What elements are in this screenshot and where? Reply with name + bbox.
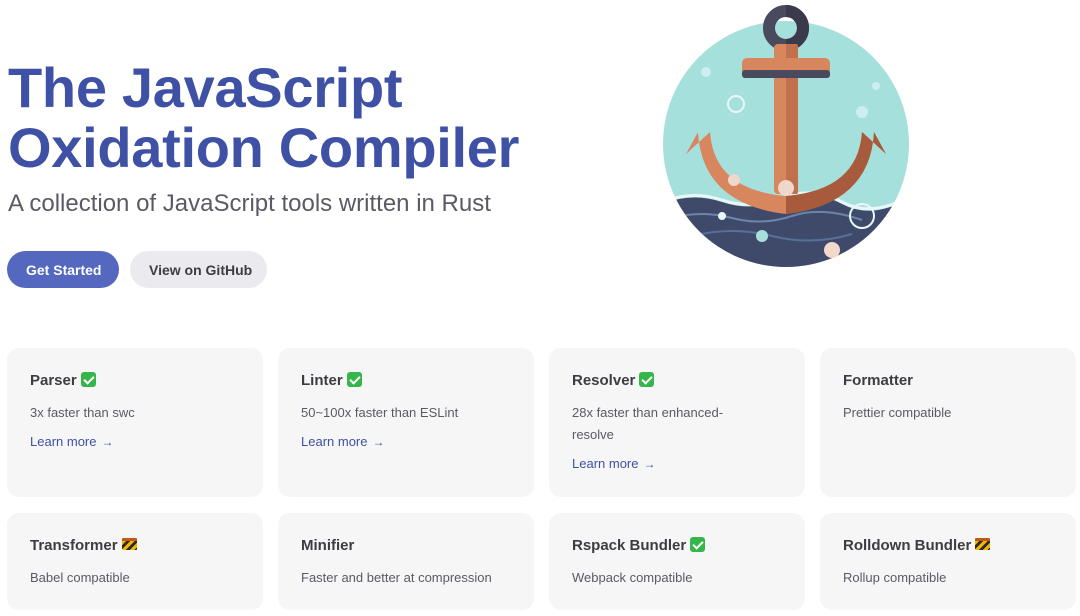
feature-title: Linter	[301, 372, 511, 390]
learn-more-label: Learn more	[301, 434, 368, 449]
hero-title: The JavaScript Oxidation Compiler	[8, 58, 519, 178]
hero-actions: Get Started View on GitHub	[7, 251, 267, 288]
feature-card-linter: Linter 50~100x faster than ESLint Learn …	[278, 348, 534, 497]
feature-title: Transformer	[30, 537, 240, 555]
feature-description: Prettier compatible	[843, 405, 952, 420]
page: The JavaScript Oxidation Compiler A coll…	[0, 0, 1080, 616]
feature-title: Parser	[30, 372, 240, 390]
feature-title: Rspack Bundler	[572, 537, 782, 555]
arrow-right-icon: →	[643, 457, 656, 471]
feature-description: Babel compatible	[30, 570, 130, 585]
feature-card-rolldown-bundler: Rolldown Bundler Rollup compatible	[820, 513, 1076, 610]
construction-icon	[975, 538, 991, 550]
view-on-github-button[interactable]: View on GitHub	[130, 251, 267, 288]
learn-more-link[interactable]: Learn more →	[30, 432, 113, 452]
feature-card-transformer: Transformer Babel compatible	[7, 513, 263, 610]
hero-title-line-1: The JavaScript	[8, 56, 403, 119]
feature-description: Faster and better at compression	[301, 570, 492, 585]
get-started-button[interactable]: Get Started	[7, 251, 119, 288]
hero-title-line-2: Oxidation Compiler	[8, 116, 520, 179]
feature-description: 28x faster than enhanced-resolve	[572, 405, 724, 442]
feature-description: 3x faster than swc	[30, 405, 135, 420]
check-mark-icon	[346, 372, 362, 387]
check-mark-icon	[80, 372, 96, 387]
learn-more-link[interactable]: Learn more →	[301, 432, 384, 452]
learn-more-label: Learn more	[30, 434, 97, 449]
feature-title: Minifier	[301, 537, 511, 555]
hero-tagline: A collection of JavaScript tools written…	[8, 190, 491, 217]
learn-more-link[interactable]: Learn more →	[572, 454, 655, 474]
feature-title: Formatter	[843, 372, 1053, 390]
check-mark-icon	[690, 537, 706, 552]
arrow-right-icon: →	[372, 435, 385, 449]
feature-title-text: Parser	[30, 372, 77, 389]
anchor-icon	[662, 4, 910, 268]
feature-title-text: Transformer	[30, 537, 118, 554]
feature-card-rspack-bundler: Rspack Bundler Webpack compatible	[549, 513, 805, 610]
feature-title: Resolver	[572, 372, 782, 390]
arrow-right-icon: →	[101, 435, 114, 449]
feature-description: Rollup compatible	[843, 570, 947, 585]
feature-title-text: Minifier	[301, 537, 355, 554]
features-grid: Parser 3x faster than swc Learn more → Li…	[7, 348, 1076, 610]
construction-icon	[121, 538, 137, 550]
feature-card-formatter: Formatter Prettier compatible	[820, 348, 1076, 497]
feature-description: Webpack compatible	[572, 570, 693, 585]
feature-card-parser: Parser 3x faster than swc Learn more →	[7, 348, 263, 497]
learn-more-label: Learn more	[572, 456, 639, 471]
feature-card-resolver: Resolver 28x faster than enhanced-resolv…	[549, 348, 805, 497]
feature-title-text: Rolldown Bundler	[843, 537, 972, 554]
feature-description: 50~100x faster than ESLint	[301, 405, 459, 420]
feature-title-text: Resolver	[572, 372, 636, 389]
feature-card-minifier: Minifier Faster and better at compressio…	[278, 513, 534, 610]
feature-title-text: Formatter	[843, 372, 914, 389]
check-mark-icon	[639, 372, 655, 387]
feature-title: Rolldown Bundler	[843, 537, 1053, 555]
feature-title-text: Rspack Bundler	[572, 537, 687, 554]
feature-title-text: Linter	[301, 372, 343, 389]
